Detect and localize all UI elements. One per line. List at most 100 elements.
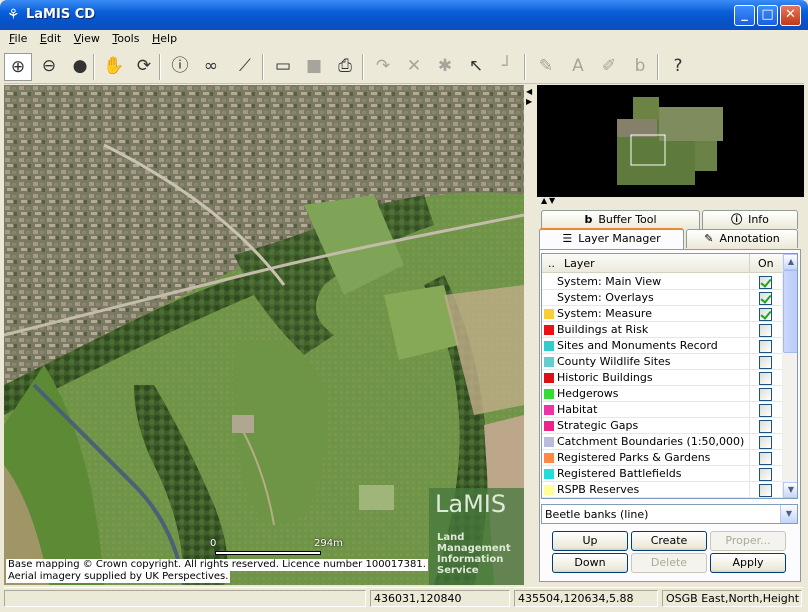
menu-view[interactable]: View	[69, 30, 104, 45]
logo-title: LaMIS	[435, 490, 507, 518]
scroll-up-icon[interactable]: ▲	[783, 254, 797, 270]
layer-name: Habitat	[557, 403, 598, 416]
layer-row[interactable]: System: Measure	[542, 306, 782, 322]
close-button[interactable]: ✕	[780, 5, 801, 26]
delete-button[interactable]: Delete	[631, 553, 707, 573]
layer-color-swatch	[544, 277, 554, 287]
tab-layer-manager[interactable]: ☰ Layer Manager	[539, 228, 684, 249]
layer-visibility-checkbox[interactable]	[759, 388, 772, 401]
layer-name: Registered Battlefields	[557, 467, 682, 480]
chevron-down-icon[interactable]: ▼	[780, 505, 797, 523]
info-icon[interactable]: ⓘ	[166, 53, 194, 81]
menu-help[interactable]: Help	[147, 30, 181, 45]
draw-pen-icon[interactable]: ✎	[532, 53, 560, 81]
crosshair-icon[interactable]: ┘	[493, 53, 521, 81]
panel-splitter[interactable]: ◀ ▶	[524, 85, 535, 585]
open-folder-icon[interactable]: ▭	[269, 53, 297, 81]
layer-row[interactable]: System: Main View	[542, 274, 782, 290]
layer-row[interactable]: Sites and Monuments Record	[542, 338, 782, 354]
expand-left-icon[interactable]: ▶	[526, 97, 532, 106]
layer-visibility-checkbox[interactable]	[759, 436, 772, 449]
tab-buffer-tool[interactable]: b Buffer Tool	[541, 210, 700, 229]
layer-row[interactable]: Strategic Gaps	[542, 418, 782, 434]
menu-tools[interactable]: Tools	[107, 30, 143, 45]
layer-visibility-checkbox[interactable]	[759, 468, 772, 481]
zoom-out-icon[interactable]: ⊖	[35, 53, 63, 81]
pan-hand-icon[interactable]: ✋	[100, 53, 128, 81]
toolbar-separator	[262, 54, 264, 80]
layer-row[interactable]: Hedgerows	[542, 386, 782, 402]
layer-color-swatch	[544, 389, 554, 399]
binoculars-icon[interactable]: ∞	[197, 53, 225, 81]
zoom-in-icon[interactable]: ⊕	[4, 53, 32, 81]
layer-row[interactable]: System: Overlays	[542, 290, 782, 306]
layer-color-swatch	[544, 485, 554, 495]
layer-row[interactable]: RSPB Reserves	[542, 482, 782, 498]
layer-row[interactable]: Historic Buildings	[542, 370, 782, 386]
layer-visibility-checkbox[interactable]	[759, 324, 772, 337]
edit-pencil-icon[interactable]: ✐	[595, 53, 623, 81]
menu-edit[interactable]: Edit	[35, 30, 65, 45]
map-view[interactable]: 0 294m Base mapping © Crown copyright. A…	[4, 85, 524, 585]
overview-map[interactable]	[537, 85, 804, 197]
apply-button[interactable]: Apply	[710, 553, 786, 573]
overview-down-icon[interactable]: ▼	[549, 197, 555, 205]
layer-row[interactable]: Habitat	[542, 402, 782, 418]
layer-visibility-checkbox[interactable]	[759, 276, 772, 289]
ruler-icon[interactable]: ⟋	[231, 53, 259, 81]
scroll-down-icon[interactable]: ▼	[783, 482, 797, 498]
layer-visibility-checkbox[interactable]	[759, 356, 772, 369]
delete-icon[interactable]: ✕	[400, 53, 428, 81]
refresh-icon[interactable]: ⟳	[130, 53, 158, 81]
buffer-icon[interactable]: b	[626, 53, 654, 81]
layer-visibility-checkbox[interactable]	[759, 484, 772, 497]
layer-visibility-checkbox[interactable]	[759, 452, 772, 465]
tab-info[interactable]: ⓘ Info	[702, 210, 798, 229]
down-button[interactable]: Down	[552, 553, 628, 573]
layer-visibility-checkbox[interactable]	[759, 420, 772, 433]
text-icon[interactable]: A	[564, 53, 592, 81]
layer-visibility-checkbox[interactable]	[759, 372, 772, 385]
layer-row[interactable]: Buildings at Risk	[542, 322, 782, 338]
toolbar-separator	[362, 54, 364, 80]
toolbar-separator	[159, 54, 161, 80]
layer-visibility-checkbox[interactable]	[759, 292, 772, 305]
scale-bar	[215, 551, 321, 555]
layer-type-value: Beetle banks (line)	[545, 508, 649, 521]
print-icon[interactable]: ⎙	[331, 53, 359, 81]
layer-visibility-checkbox[interactable]	[759, 308, 772, 321]
menu-bar: File Edit View Tools Help	[4, 30, 804, 49]
delete-all-icon[interactable]: ✱	[431, 53, 459, 81]
undo-icon[interactable]: ↷	[369, 53, 397, 81]
toolbar: ⊕ ⊖ ● ✋ ⟳ ⓘ ∞ ⟋ ▭ ■ ⎙ ↷ ✕ ✱ ↖ ┘ ✎ A ✐ b?	[4, 49, 804, 84]
collapse-right-icon[interactable]: ◀	[526, 87, 532, 96]
overview-arrows[interactable]: ▲ ▼	[537, 197, 804, 205]
layer-row[interactable]: Registered Parks & Gardens	[542, 450, 782, 466]
up-button[interactable]: Up	[552, 531, 628, 551]
layer-row[interactable]: Registered Battlefields	[542, 466, 782, 482]
layer-visibility-checkbox[interactable]	[759, 340, 772, 353]
column-layer-header[interactable]: Layer	[564, 257, 595, 270]
create-button[interactable]: Create	[631, 531, 707, 551]
layer-row[interactable]: County Wildlife Sites	[542, 354, 782, 370]
globe-icon[interactable]: ●	[66, 53, 94, 81]
layer-row[interactable]: Catchment Boundaries (1:50,000)	[542, 434, 782, 450]
properties-button[interactable]: Proper...	[710, 531, 786, 551]
column-sort-header[interactable]: ..	[548, 257, 555, 270]
layer-type-select[interactable]: Beetle banks (line) ▼	[541, 504, 798, 524]
save-icon[interactable]: ■	[300, 53, 328, 81]
minimize-button[interactable]: _	[734, 5, 755, 26]
select-pointer-icon[interactable]: ↖	[462, 53, 490, 81]
layer-row[interactable]: Woodland Grant Schemes	[542, 498, 782, 499]
help-icon[interactable]: ?	[664, 53, 692, 81]
scale-start-label: 0	[210, 538, 217, 549]
overview-imagery	[617, 97, 723, 185]
column-on-header[interactable]: On	[758, 257, 774, 270]
menu-file[interactable]: File	[4, 30, 31, 45]
overview-up-icon[interactable]: ▲	[541, 197, 547, 205]
tab-annotation[interactable]: ✎ Annotation	[686, 229, 798, 248]
layer-table-scrollbar[interactable]: ▲ ▼	[782, 254, 797, 498]
maximize-button[interactable]: □	[757, 5, 778, 26]
scrollbar-thumb[interactable]	[783, 270, 797, 353]
layer-visibility-checkbox[interactable]	[759, 404, 772, 417]
